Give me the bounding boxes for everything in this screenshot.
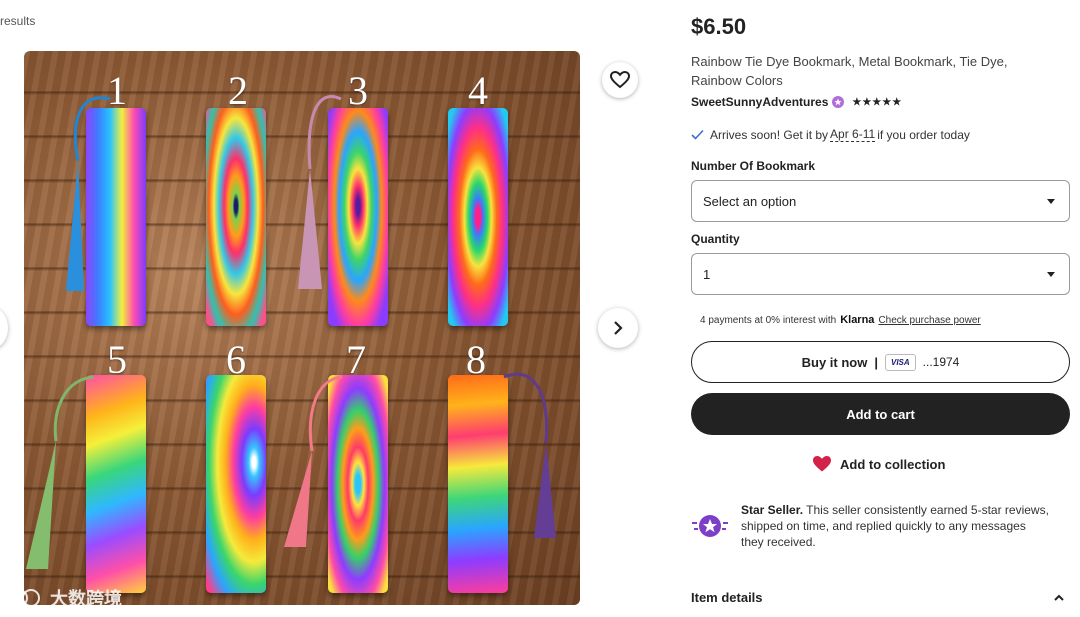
klarna-text: 4 payments at 0% interest with [700,315,837,326]
star-seller-badge-icon [832,96,845,108]
klarna-financing: 4 payments at 0% interest with Klarna Ch… [700,314,981,326]
watermark-logo-icon [10,589,40,607]
blue-tassel [66,96,111,291]
product-price: $6.50 [691,14,747,39]
seller-info[interactable]: SweetSunnyAdventures ★★★★★ [691,95,902,109]
item-details-label: Item details [691,590,763,605]
bookmark-number-4: 4 [468,68,488,113]
add-to-collection-button[interactable]: Add to collection [812,455,945,473]
product-title: Rainbow Tie Dye Bookmark, Metal Bookmark… [691,54,1008,88]
star-seller-notice: Star Seller. This seller consistently ea… [691,502,1070,550]
chevron-up-icon [1054,594,1064,601]
rating-stars[interactable]: ★★★★★ [852,97,902,108]
klarna-logo: Klarna [840,314,875,326]
quantity-select[interactable]: 1 [691,253,1070,295]
bookmark-image-2 [206,108,266,326]
bookmark-image-4 [448,108,508,326]
coral-tassel [284,375,343,547]
heart-filled-icon [813,456,831,472]
buy-now-separator: | [874,354,878,370]
purple-tassel [503,372,556,538]
visa-card-icon: VISA [884,353,916,371]
product-image-gallery[interactable]: 1 2 3 4 5 6 7 8 [24,51,580,605]
bookmark-count-select[interactable]: Select an option [691,180,1070,222]
back-to-results-link[interactable]: results [0,14,35,28]
quantity-label: Quantity [691,232,740,246]
add-to-cart-label: Add to cart [846,406,915,422]
seller-name[interactable]: SweetSunnyAdventures [691,95,828,109]
star-seller-icon [692,515,728,537]
buy-it-now-button[interactable]: Buy it now | VISA ...1974 [691,341,1070,383]
arrives-date-range[interactable]: Apr 6-11 [830,127,876,142]
chevron-right-icon [614,321,623,335]
next-image-button[interactable] [598,308,638,348]
bookmark-count-label: Number Of Bookmark [691,159,816,173]
watermark: 大数跨境 [10,585,122,611]
pink-tassel [298,95,342,289]
add-to-collection-label: Add to collection [840,456,946,472]
item-details-toggle[interactable]: Item details [691,590,1070,605]
add-to-cart-button[interactable]: Add to cart [691,393,1070,435]
bookmark-count-value: Select an option [703,193,797,209]
heart-outline-icon [610,71,630,89]
bookmark-image-6 [206,375,266,593]
arrives-prefix: Arrives soon! Get it by [710,127,829,142]
quantity-value: 1 [703,266,711,282]
watermark-text: 大数跨境 [50,589,122,609]
favorite-button[interactable] [602,62,638,98]
star-seller-description: Star Seller. This seller consistently ea… [741,502,1051,550]
check-icon [691,129,704,140]
caret-down-icon [1047,198,1055,204]
check-purchase-power-link[interactable]: Check purchase power [878,315,980,326]
previous-image-button[interactable] [0,308,8,348]
star-seller-title: Star Seller. [741,503,804,517]
arrives-suffix: if you order today [877,127,970,142]
bookmark-number-2: 2 [228,68,248,113]
buy-it-now-label: Buy it now [801,354,868,370]
caret-down-icon [1047,271,1055,277]
card-last-four: ...1974 [922,355,960,369]
delivery-estimate: Arrives soon! Get it by Apr 6-11 if you … [691,127,970,142]
green-tassel [26,375,95,569]
